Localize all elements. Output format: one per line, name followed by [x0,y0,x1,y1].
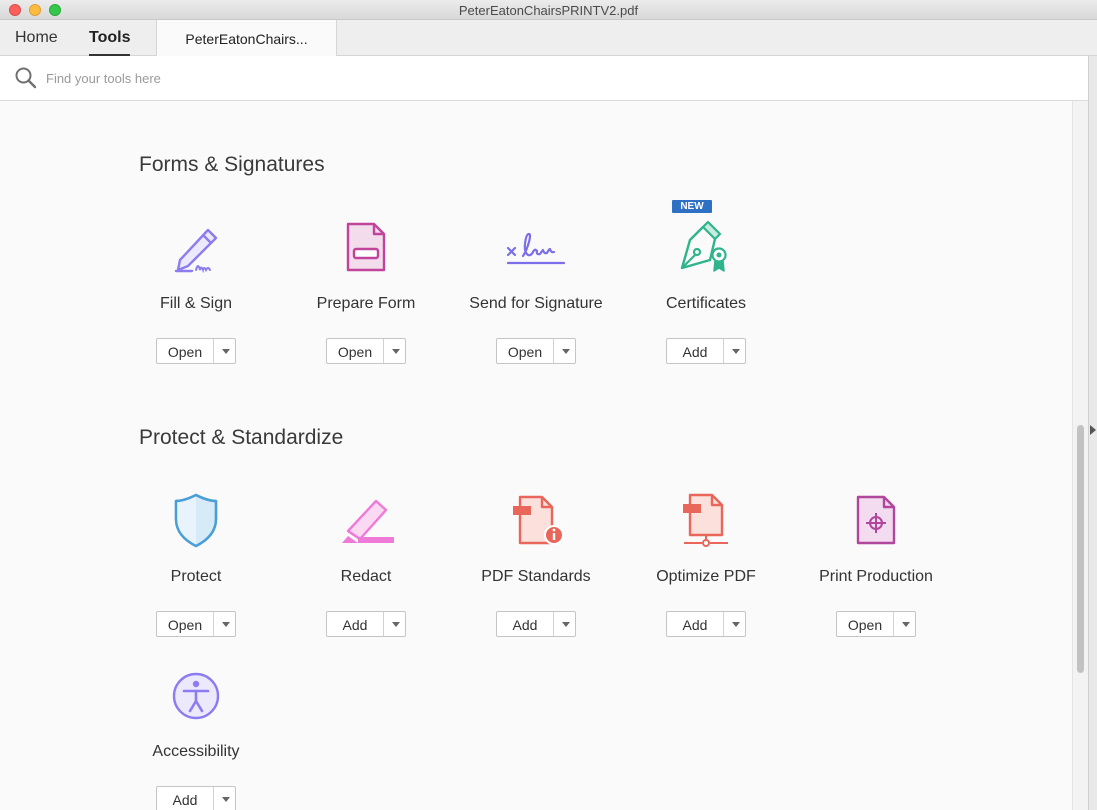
tool-redact[interactable]: Redact Add [281,491,451,666]
chevron-down-icon[interactable] [732,349,740,354]
button-divider [383,339,384,363]
tool-label: Prepare Form [316,295,416,312]
tool-label: Redact [340,568,392,585]
scrollbar-thumb[interactable] [1077,425,1084,673]
prepare-form-open-button[interactable]: Open [326,338,406,364]
button-divider [383,612,384,636]
chevron-down-icon[interactable] [392,349,400,354]
tool-label: Fill & Sign [159,295,233,312]
tool-label: Send for Signature [469,295,603,312]
pdf-standards-add-button[interactable]: Add [496,611,576,637]
chevron-down-icon[interactable] [902,622,910,627]
search-bar [0,56,1088,101]
button-divider [213,339,214,363]
window-title: PeterEatonChairsPRINTV2.pdf [458,3,639,18]
print-production-open-button[interactable]: Open [836,611,916,637]
section-title-forms-signatures: Forms & Signatures [139,153,325,176]
tool-label: Certificates [665,295,747,312]
button-divider [213,612,214,636]
chevron-down-icon[interactable] [222,349,230,354]
certificates-icon [680,220,727,272]
button-label: Open [847,617,883,633]
button-label: Add [682,617,708,633]
tool-label: PDF Standards [481,568,591,585]
send-signature-icon [506,232,566,265]
redact-icon [342,499,394,543]
accessibility-add-button[interactable]: Add [156,786,236,810]
tab-tools[interactable]: Tools [89,29,131,56]
chevron-down-icon[interactable] [562,622,570,627]
tool-optimize-pdf[interactable]: Optimize PDF Add [621,491,791,666]
shield-icon [174,493,218,548]
chevron-down-icon[interactable] [732,622,740,627]
redact-add-button[interactable]: Add [326,611,406,637]
search-input[interactable] [46,67,546,89]
pdf-standards-icon [513,495,564,545]
title-bar: PeterEatonChairsPRINTV2.pdf [0,0,1097,20]
protect-open-button[interactable]: Open [156,611,236,637]
button-divider [553,612,554,636]
chevron-down-icon[interactable] [222,622,230,627]
tool-prepare-form[interactable]: Prepare Form Open [281,218,451,393]
button-label: Add [512,617,538,633]
tool-label: Protect [170,568,222,585]
accessibility-icon [172,672,220,720]
tool-label: Optimize PDF [656,568,756,585]
button-label: Add [172,792,198,808]
tool-fill-sign[interactable]: Fill & Sign Open [111,218,281,393]
tool-protect[interactable]: Protect Open [111,491,281,666]
button-label: Open [167,617,203,633]
send-for-signature-open-button[interactable]: Open [496,338,576,364]
tool-pdf-standards[interactable]: PDF Standards Add [451,491,621,666]
button-label: Open [507,344,543,360]
button-label: Open [337,344,373,360]
fill-sign-icon [174,228,218,274]
tab-bar: Home Tools PeterEatonChairs... [0,20,1097,56]
fill-sign-open-button[interactable]: Open [156,338,236,364]
button-label: Add [682,344,708,360]
button-divider [723,339,724,363]
tool-label: Accessibility [152,743,240,760]
chevron-down-icon[interactable] [562,349,570,354]
button-divider [213,787,214,810]
tool-print-production[interactable]: Print Production Open [791,491,961,666]
search-icon [15,67,37,89]
expand-right-panel-icon[interactable] [1090,425,1096,435]
button-divider [893,612,894,636]
section-title-protect-standardize: Protect & Standardize [139,426,344,449]
tool-certificates[interactable]: NEW Certificates Add [621,200,791,393]
tool-accessibility[interactable]: Accessibility Add [111,666,281,810]
button-divider [723,612,724,636]
tool-send-for-signature[interactable]: Send for Signature Open [451,218,621,393]
button-divider [553,339,554,363]
button-label: Open [167,344,203,360]
chevron-down-icon[interactable] [392,622,400,627]
new-badge: NEW [672,200,712,213]
tab-document[interactable]: PeterEatonChairs... [156,20,337,56]
tool-label: Print Production [819,568,933,585]
print-production-icon [856,495,896,545]
optimize-pdf-icon [683,493,728,547]
chevron-down-icon[interactable] [222,797,230,802]
button-label: Add [342,617,368,633]
optimize-pdf-add-button[interactable]: Add [666,611,746,637]
tab-home[interactable]: Home [15,29,58,47]
vertical-scrollbar[interactable] [1072,101,1088,810]
prepare-form-icon [346,222,386,272]
certificates-add-button[interactable]: Add [666,338,746,364]
